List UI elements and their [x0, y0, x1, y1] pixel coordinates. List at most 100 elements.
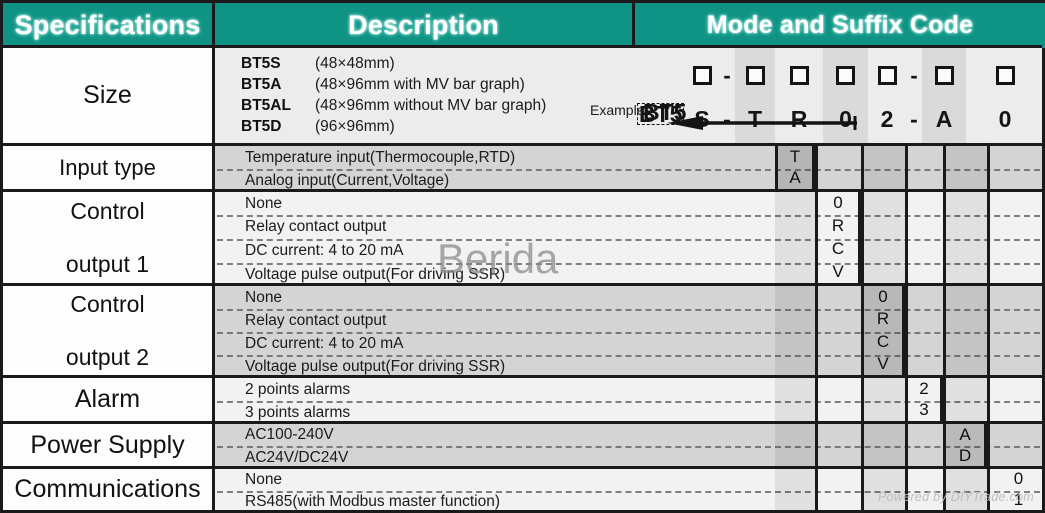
code-box-icon — [789, 66, 809, 85]
spec-label-communications: Communications — [3, 469, 215, 510]
code-value: 0 — [878, 287, 888, 307]
option-label: None — [245, 288, 283, 306]
spec-text-line-2: output 2 — [65, 343, 150, 370]
code-value: 1 — [1013, 489, 1024, 509]
code-separator: - - — [719, 48, 735, 143]
code-value: C — [876, 331, 890, 351]
model-note: (48×96mm with MV bar graph) — [315, 76, 525, 93]
code-column-control-output-1: 0 R C V — [815, 192, 861, 283]
dash-glyph: - — [910, 62, 918, 88]
input-type-description-cell: Temperature input(Thermocouple,RTD) Anal… — [215, 146, 1042, 189]
dash-glyph-bottom: - — [910, 106, 918, 132]
example-char: 0 — [839, 106, 852, 132]
table-header: Specifications Description Mode and Suff… — [3, 3, 1045, 48]
code-value: V — [832, 261, 844, 281]
spec-label-control-output-2: Control output 2 — [3, 286, 215, 375]
example-base-model: BT5 — [643, 99, 687, 125]
spec-text: Communications — [14, 475, 201, 504]
code-slot-model: S — [685, 48, 719, 143]
spec-text-line-1: Control — [70, 290, 145, 317]
dash-glyph-bottom: - — [723, 106, 731, 132]
option-label: Temperature input(Thermocouple,RTD) — [245, 148, 516, 166]
option-label: None — [245, 194, 283, 212]
code-box-icon — [836, 66, 855, 85]
code-box-icon — [934, 66, 954, 85]
code-value: R — [831, 216, 845, 236]
code-box-icon — [995, 66, 1015, 85]
code-slot-control-output-2: 0 — [823, 48, 868, 143]
control-output-1-description-cell: None Relay contact output DC current: 4 … — [215, 192, 1042, 283]
option-label: RS485(with Modbus master function) — [245, 493, 501, 510]
option-label: 3 points alarms — [245, 403, 351, 421]
code-column-alarm: 2 3 — [905, 378, 943, 421]
mode-and-suffix-code-table: Specifications Description Mode and Suff… — [0, 0, 1045, 513]
code-value: A — [789, 168, 801, 188]
option-row: RS485(with Modbus master function) — [215, 491, 1042, 513]
communications-description-cell: None RS485(with Modbus master function) … — [215, 469, 1042, 510]
model-row: BT5AL (48×96mm without MV bar graph) — [241, 97, 546, 115]
code-column-control-output-2: 0 R C V — [861, 286, 905, 375]
example-char: 2 — [880, 106, 894, 132]
option-row: DC current: 4 to 20 mA — [215, 332, 1042, 355]
spec-text: Size — [83, 81, 132, 110]
example-char: 0 — [998, 106, 1012, 132]
option-label: AC100-240V — [245, 426, 334, 443]
table-row-power-supply: Power Supply AC100-240V AC24V/DC24V A D — [3, 421, 1042, 466]
code-slot-input-type: T — [735, 48, 775, 143]
spec-text: Alarm — [74, 385, 141, 414]
code-value: 2 — [919, 378, 929, 398]
option-row: Temperature input(Thermocouple,RTD) — [215, 146, 1042, 169]
spec-label-size: Size — [3, 48, 215, 143]
code-value: 0 — [1013, 469, 1024, 489]
model-code: BT5D — [241, 118, 282, 135]
code-value: R — [876, 309, 890, 329]
model-row: BT5A (48×96mm with MV bar graph) — [241, 76, 525, 94]
code-slot-control-output-1: R — [775, 48, 823, 143]
model-row: BT5D (96×96mm) — [241, 118, 395, 136]
option-label: Relay contact output — [245, 218, 387, 235]
example-char: A — [935, 106, 953, 132]
code-value: V — [877, 353, 889, 373]
table-row-control-output-2: Control output 2 None Relay contact outp… — [3, 283, 1042, 375]
option-row: None — [215, 192, 1042, 215]
header-mode-and-suffix-code: Mode and Suffix Code — [635, 3, 1045, 48]
option-row: None — [215, 286, 1042, 309]
code-value: T — [789, 146, 801, 166]
option-label: DC current: 4 to 20 mA — [245, 242, 404, 259]
code-value: D — [958, 445, 972, 465]
code-slot-alarm: 2 — [868, 48, 906, 143]
model-code: BT5A — [241, 76, 282, 93]
spec-label-alarm: Alarm — [3, 378, 215, 421]
example-char: S — [694, 106, 710, 132]
code-value: 3 — [919, 400, 929, 420]
table-row-communications: Communications None RS485(with Modbus ma… — [3, 466, 1042, 510]
option-row: AC100-240V — [215, 424, 1042, 446]
option-row: Relay contact output — [215, 215, 1042, 239]
option-row: None — [215, 469, 1042, 491]
table-row-control-output-1: Control output 1 None Relay contact outp… — [3, 189, 1042, 283]
option-label: Analog input(Current,Voltage) — [245, 171, 450, 189]
example-caption: Example — [590, 102, 645, 118]
dash-glyph: - — [723, 62, 731, 88]
header-description: Description — [215, 3, 635, 48]
header-specifications: Specifications — [3, 3, 215, 48]
spec-text-line-2: output 1 — [65, 250, 150, 277]
code-value: 0 — [833, 193, 843, 213]
model-note: (48×96mm without MV bar graph) — [315, 97, 547, 114]
model-note: (48×48mm) — [315, 55, 395, 72]
option-label: None — [245, 471, 283, 488]
code-column-power-supply: A D — [943, 424, 987, 466]
option-label: Relay contact output — [245, 311, 387, 329]
code-column-input-type: T A — [775, 146, 815, 189]
model-code: BT5AL — [241, 97, 291, 114]
option-label: AC24V/DC24V — [245, 448, 349, 466]
code-box-icon — [745, 66, 765, 85]
option-row: DC current: 4 to 20 mA — [215, 239, 1042, 263]
code-box-icon — [877, 66, 897, 85]
example-char: R — [790, 106, 808, 132]
model-row: BT5S (48×48mm) — [241, 55, 395, 73]
option-label: 2 points alarms — [245, 380, 351, 398]
model-code: BT5S — [241, 55, 281, 72]
spec-label-power-supply: Power Supply — [3, 424, 215, 466]
option-label: DC current: 4 to 20 mA — [245, 334, 404, 352]
